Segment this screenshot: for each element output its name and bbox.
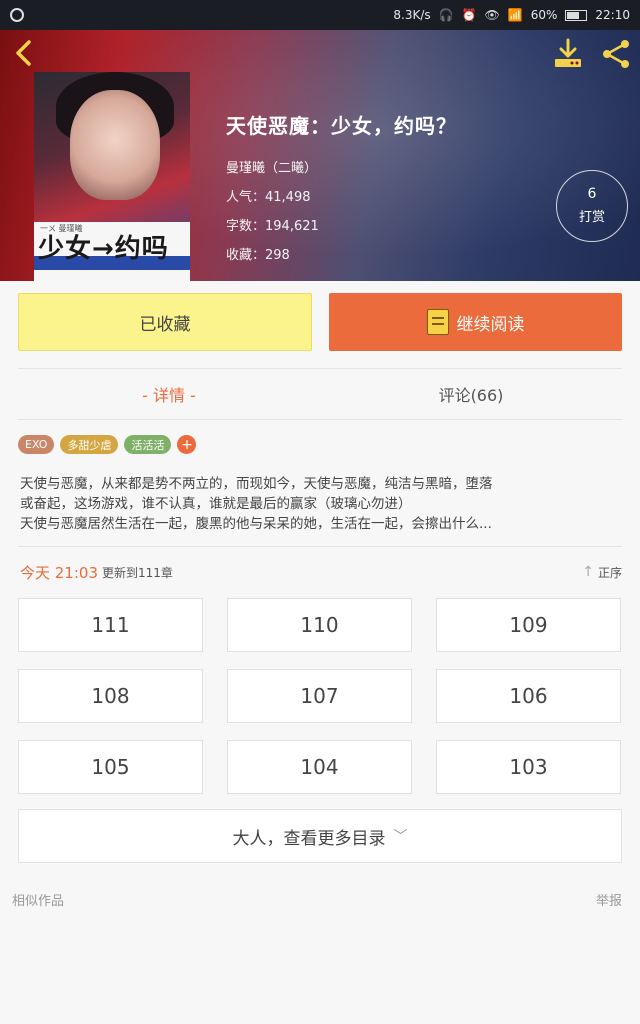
book-popularity: 人气：41,498 [226,190,311,205]
update-text: 更新到111章 [102,565,173,580]
alarm-icon: ⏰ [461,8,477,22]
tip-count: 6 [587,186,597,202]
chapter-item[interactable]: 105 [18,740,203,794]
add-tag-button[interactable]: + [177,435,197,454]
clock: 22:10 [595,8,630,22]
network-speed: 8.3K/s [393,8,431,22]
book-info: 天使恶魔：少女，约吗？ 曼瑾曦（二曦） 人气：41,498 字数：194,621… [226,110,457,273]
collect-label: 已收藏 [139,314,191,335]
more-chapters-button[interactable]: 大人，查看更多目录 ﹀ [18,809,622,863]
share-icon[interactable] [600,38,632,70]
battery-percent: 60% [530,8,558,22]
arrow-up-icon: ↑ [582,564,594,580]
continue-reading-button[interactable]: 继续阅读 [329,293,622,351]
chevron-down-icon: ﹀ [393,829,408,845]
chapter-item[interactable]: 104 [227,740,412,794]
description-line: 天使与恶魔居然生活在一起，腹黑的他与呆呆的她，生活在一起，会擦出什么... [20,516,492,532]
chapter-item[interactable]: 108 [18,669,203,723]
sort-label: 正序 [597,565,622,580]
status-right: 8.3K/s 🎧 ⏰ 👁 📶 60% 22:10 [393,8,630,22]
eye-icon: 👁 [484,8,500,22]
chapter-item[interactable]: 109 [436,598,621,652]
back-icon[interactable] [10,38,40,68]
book-icon [426,309,449,335]
chapter-grid: 111 110 109 108 107 106 105 104 103 [18,598,622,794]
description-line: 或奋起，这场游戏，谁不认真，谁就是最后的赢家（玻璃心勿进） [20,496,412,512]
chapter-item[interactable]: 106 [436,669,621,723]
tip-label: 打赏 [578,210,605,225]
tab-comments[interactable]: 评论(66) [320,369,622,419]
book-description[interactable]: 天使与恶魔，从来都是势不两立的，而现如今，天使与恶魔，纯洁与黑暗，堕落 或奋起，… [20,474,620,534]
tab-details[interactable]: - 详情 - [18,369,320,419]
book-word-count: 字数：194,621 [226,219,319,234]
headset-icon: 🎧 [438,8,454,22]
similar-works-label: 相似作品 [12,894,65,909]
description-line: 天使与恶魔，从来都是势不两立的，而现如今，天使与恶魔，纯洁与黑暗，堕落 [20,476,493,492]
status-bar: 8.3K/s 🎧 ⏰ 👁 📶 60% 22:10 [0,0,640,30]
cover-title: 少女→约吗 [38,234,169,264]
update-time: 今天 21:03 [20,563,98,582]
collect-button[interactable]: 已收藏 [18,293,312,351]
download-icon[interactable] [552,38,584,70]
more-chapters-label: 大人，查看更多目录 [232,828,386,849]
divider [18,546,622,547]
book-header: 一ㄨ 曼瑾曦 少女→约吗 天使恶魔：少女，约吗？ 曼瑾曦（二曦） 人气：41,4… [0,30,640,281]
wifi-icon: 📶 [507,8,523,22]
chapter-item[interactable]: 103 [436,740,621,794]
chapter-item[interactable]: 107 [227,669,412,723]
continue-reading-label: 继续阅读 [456,314,525,335]
book-author[interactable]: 曼瑾曦（二曦） [226,157,457,176]
cover-face [70,90,160,200]
tag-item[interactable]: 多甜少虐 [60,435,119,454]
battery-icon [565,9,588,21]
tip-button[interactable]: 6 打赏 [556,170,628,242]
chapter-item[interactable]: 110 [227,598,412,652]
chapter-item[interactable]: 111 [18,598,203,652]
tag-list: EXO 多甜少虐 活活活 + [18,435,197,454]
book-favorites: 收藏：298 [226,248,290,263]
report-button[interactable]: 举报 [596,890,622,909]
notification-icon [10,8,24,22]
book-title: 天使恶魔：少女，约吗？ [226,114,457,138]
sort-button[interactable]: ↑ 正序 [582,564,622,581]
tag-item[interactable]: 活活活 [124,435,172,454]
tab-bar: - 详情 - 评论(66) [18,368,622,420]
tag-item[interactable]: EXO [18,435,55,454]
update-row: 今天 21:03 更新到111章 ↑ 正序 [20,560,622,584]
book-cover[interactable]: 一ㄨ 曼瑾曦 少女→约吗 [34,72,190,281]
